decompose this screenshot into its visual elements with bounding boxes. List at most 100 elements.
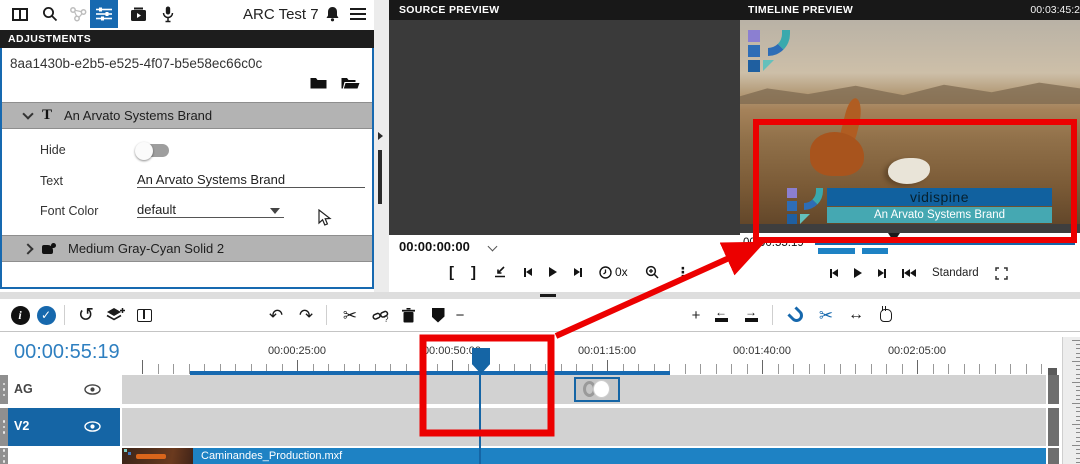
source-timecode[interactable]: 00:00:00:00 <box>399 239 470 254</box>
hide-toggle[interactable] <box>137 144 169 157</box>
ruler-tick <box>886 364 887 374</box>
splitter-grip[interactable] <box>378 150 382 204</box>
video-clip[interactable]: Caminandes_Production.mxf <box>193 448 1046 464</box>
play-icon[interactable] <box>549 262 557 282</box>
undo-icon[interactable]: ↶ <box>264 299 288 331</box>
adjustments-icon[interactable] <box>90 0 118 28</box>
fullscreen-icon[interactable] <box>995 263 1008 283</box>
cut-icon[interactable]: ✂ <box>338 299 362 331</box>
playhead-line[interactable] <box>479 375 481 464</box>
play-icon[interactable] <box>854 263 862 283</box>
font-color-select[interactable]: default <box>137 202 284 218</box>
source-transport: [ ] 0x ⋮ <box>449 262 690 282</box>
folder-closed-icon[interactable] <box>310 76 327 89</box>
top-toolbar: ARC Test 7 <box>0 0 374 30</box>
redo-icon[interactable]: ↷ <box>294 299 318 331</box>
menu-icon[interactable] <box>344 0 372 28</box>
text-input[interactable]: An Arvato Systems Brand <box>137 172 365 188</box>
background-layer-section-header[interactable]: Medium Gray-Cyan Solid 2 <box>2 235 372 262</box>
track-header-ag[interactable]: AG <box>0 375 120 404</box>
bell-icon[interactable] <box>318 0 346 28</box>
vz-tick <box>1076 407 1080 408</box>
zoom-out-icon[interactable]: − <box>452 299 468 331</box>
step-forward-icon[interactable] <box>574 262 582 282</box>
track-lane-ag[interactable] <box>122 375 1046 404</box>
track-lane-v1[interactable]: Caminandes_Production.mxf <box>122 448 1046 464</box>
split-view-icon[interactable] <box>132 299 156 331</box>
track-drag-handle[interactable] <box>0 448 8 464</box>
zoom-in-icon[interactable]: + <box>688 299 704 331</box>
track-header-v2[interactable]: V2 <box>0 408 120 446</box>
track-scroll-thumb[interactable] <box>1048 408 1059 446</box>
zoom-in-icon[interactable] <box>645 262 659 282</box>
ruler-ticks: 00:00:25:0000:00:50:0000:01:15:0000:01:4… <box>0 337 1080 375</box>
trim-icon[interactable]: ↔ <box>844 299 868 331</box>
track-scroll-thumb[interactable] <box>1048 448 1059 464</box>
go-to-start-icon[interactable] <box>902 263 916 283</box>
mark-in-icon[interactable]: [ <box>449 262 454 282</box>
chevron-down-icon <box>22 108 33 119</box>
ruler-label: 00:01:15:00 <box>568 345 646 357</box>
info-icon[interactable]: i <box>8 299 32 331</box>
scrub-playhead-icon[interactable] <box>888 233 900 242</box>
letterbox-bar <box>740 224 1080 233</box>
text-layer-section-header[interactable]: T An Arvato Systems Brand <box>2 102 372 129</box>
auto-cut-icon[interactable]: ✂ <box>814 299 838 331</box>
ruler-tick <box>995 364 996 374</box>
insert-before-icon[interactable]: ← <box>708 299 734 331</box>
more-options-icon[interactable]: ⋮ <box>676 262 690 282</box>
unlink-icon[interactable]: ? <box>368 299 392 331</box>
vz-tick <box>1076 453 1080 454</box>
track-scroll-thumb[interactable] <box>1048 375 1059 404</box>
timeline-toolbar: i ✓ ↺ ↶ ↷ ✂ ? − + ← → ✂ ↔ <box>0 299 1080 332</box>
ruler-tick <box>747 364 748 374</box>
speed-control[interactable]: 0x <box>599 262 628 282</box>
track-row-v2: V2 <box>0 408 1080 446</box>
track-header-v1[interactable] <box>0 448 120 464</box>
adjustment-clip[interactable] <box>574 377 620 402</box>
visibility-eye-icon[interactable] <box>84 421 101 432</box>
horizontal-splitter[interactable] <box>0 292 1080 299</box>
mark-out-icon[interactable]: ] <box>471 262 476 282</box>
timecode-chevron-icon[interactable] <box>488 242 498 252</box>
panes-icon[interactable] <box>6 0 34 28</box>
snap-magnet-icon[interactable] <box>784 299 808 331</box>
visibility-eye-icon[interactable] <box>84 384 101 395</box>
search-icon[interactable] <box>36 0 64 28</box>
microphone-icon[interactable] <box>154 0 182 28</box>
workflow-icon[interactable] <box>64 0 92 28</box>
track-lane-v2[interactable] <box>122 408 1046 446</box>
timeline-scrub-bar[interactable] <box>815 238 1075 245</box>
media-icon[interactable] <box>124 0 152 28</box>
background-layer-title: Medium Gray-Cyan Solid 2 <box>68 241 224 256</box>
horizontal-splitter-grip[interactable] <box>540 294 556 297</box>
ruler-tick <box>902 364 903 374</box>
splitter-collapse-icon[interactable] <box>378 132 383 140</box>
timeline-ruler[interactable]: 00:00:55:19 00:00:25:0000:00:50:0000:01:… <box>0 337 1080 375</box>
banner-brand: vidispine <box>827 188 1052 206</box>
vz-tick <box>1072 340 1080 341</box>
approve-icon[interactable]: ✓ <box>34 299 58 331</box>
pan-hand-icon[interactable] <box>874 299 898 331</box>
vz-tick <box>1076 441 1080 442</box>
clip-thumbnail[interactable] <box>122 448 193 464</box>
goto-in-icon[interactable] <box>493 262 507 282</box>
timeline-transport: Standard <box>830 263 1008 283</box>
delete-icon[interactable] <box>396 299 420 331</box>
font-color-caret-icon[interactable] <box>270 208 280 214</box>
panel-splitter[interactable] <box>374 0 389 292</box>
step-forward-icon[interactable] <box>878 263 886 283</box>
vertical-zoom-ruler[interactable] <box>1062 337 1080 464</box>
add-layer-icon[interactable] <box>102 299 128 331</box>
track-drag-handle[interactable] <box>0 408 8 446</box>
quality-select[interactable]: Standard <box>932 263 979 283</box>
step-back-icon[interactable] <box>830 263 838 283</box>
marker-icon[interactable] <box>426 299 450 331</box>
step-back-icon[interactable] <box>524 262 532 282</box>
reset-icon[interactable]: ↺ <box>74 299 98 331</box>
track-drag-handle[interactable] <box>0 375 8 404</box>
insert-after-icon[interactable]: → <box>738 299 764 331</box>
scene-mountains <box>740 78 1080 104</box>
folder-open-icon[interactable] <box>341 76 360 89</box>
speed-value: 0x <box>615 265 628 279</box>
